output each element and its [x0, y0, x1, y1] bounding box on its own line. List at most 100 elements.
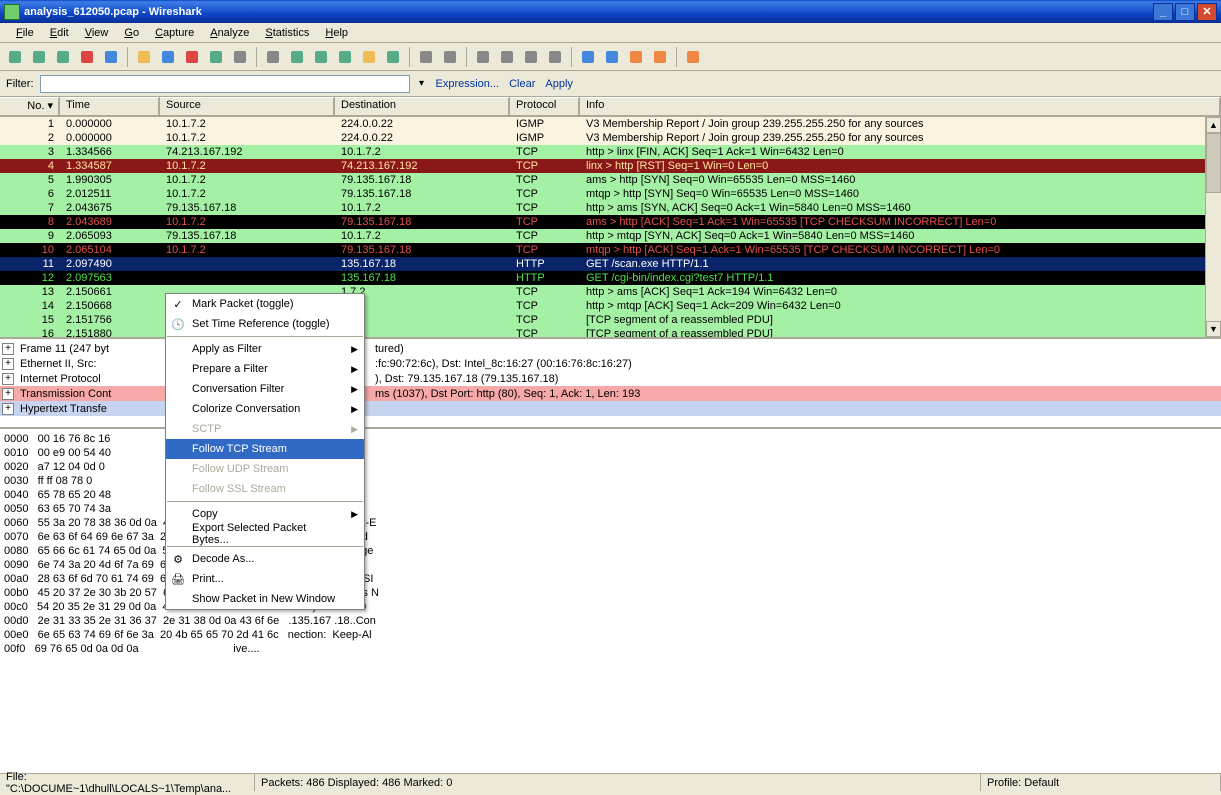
cell-time: 2.043675 — [60, 201, 160, 215]
toolbar-list-icon[interactable] — [4, 46, 26, 68]
toolbar-zoom-100-icon[interactable] — [520, 46, 542, 68]
context-set-time-reference-toggle[interactable]: 🕓Set Time Reference (toggle) — [166, 314, 364, 334]
context-follow-tcp-stream[interactable]: Follow TCP Stream — [166, 439, 364, 459]
packet-row[interactable]: 122.097563135.167.18HTTPGET /cgi-bin/ind… — [0, 271, 1221, 285]
packet-list-scrollbar[interactable]: ▲ ▼ — [1205, 117, 1221, 337]
toolbar-print-icon[interactable] — [229, 46, 251, 68]
context-decode-as[interactable]: ⚙Decode As... — [166, 549, 364, 569]
hex-line: 00e0 6e 65 63 74 69 6f 6e 3a 20 4b 65 65… — [4, 629, 1217, 643]
context-colorize-conversation[interactable]: Colorize Conversation▶ — [166, 399, 364, 419]
toolbar-display-filters-icon[interactable] — [601, 46, 623, 68]
filter-input[interactable] — [40, 75, 410, 93]
menu-capture[interactable]: Capture — [147, 25, 202, 41]
col-header-destination[interactable]: Destination — [335, 97, 510, 116]
packet-row[interactable]: 102.06510410.1.7.279.135.167.18TCPmtqp >… — [0, 243, 1221, 257]
menu-analyze[interactable]: Analyze — [202, 25, 257, 41]
scroll-up-icon[interactable]: ▲ — [1206, 117, 1221, 133]
context-copy[interactable]: Copy▶ — [166, 504, 364, 524]
packet-row[interactable]: 82.04368910.1.7.279.135.167.18TCPams > h… — [0, 215, 1221, 229]
context-conversation-filter[interactable]: Conversation Filter▶ — [166, 379, 364, 399]
toolbar-zoom-in-icon[interactable] — [472, 46, 494, 68]
packet-row[interactable]: 92.06509379.135.167.1810.1.7.2TCPhttp > … — [0, 229, 1221, 243]
toolbar-colorize-icon[interactable] — [415, 46, 437, 68]
toolbar-capture-filters-icon[interactable] — [577, 46, 599, 68]
scroll-down-icon[interactable]: ▼ — [1206, 321, 1221, 337]
detail-text-left: Frame 11 (247 byt — [20, 343, 175, 355]
packet-row[interactable]: 10.00000010.1.7.2224.0.0.22IGMPV3 Member… — [0, 117, 1221, 131]
menu-bar: FileEditViewGoCaptureAnalyzeStatisticsHe… — [0, 23, 1221, 43]
packet-list-header: No. ▾ Time Source Destination Protocol I… — [0, 97, 1221, 117]
toolbar-go-last-icon[interactable] — [382, 46, 404, 68]
apply-button[interactable]: Apply — [543, 78, 575, 90]
packet-row[interactable]: 41.33458710.1.7.274.213.167.192TCPlinx >… — [0, 159, 1221, 173]
expand-icon[interactable]: + — [2, 403, 14, 415]
cell-time: 1.990305 — [60, 173, 160, 187]
submenu-arrow-icon: ▶ — [351, 424, 358, 435]
toolbar-capture-icon[interactable] — [28, 46, 50, 68]
context-mark-packet-toggle[interactable]: ✓Mark Packet (toggle) — [166, 294, 364, 314]
context-item-label: Conversation Filter — [192, 383, 284, 395]
packet-row[interactable]: 51.99030510.1.7.279.135.167.18TCPams > h… — [0, 173, 1221, 187]
maximize-button[interactable]: □ — [1175, 3, 1195, 21]
toolbar-close-icon[interactable] — [181, 46, 203, 68]
packet-row[interactable]: 62.01251110.1.7.279.135.167.18TCPmtqp > … — [0, 187, 1221, 201]
context-apply-as-filter[interactable]: Apply as Filter▶ — [166, 339, 364, 359]
menu-file[interactable]: File — [8, 25, 42, 41]
packet-row[interactable]: 112.097490135.167.18HTTPGET /scan.exe HT… — [0, 257, 1221, 271]
context-show-packet-in-new-window[interactable]: Show Packet in New Window — [166, 589, 364, 609]
context-print[interactable]: 🖨Print... — [166, 569, 364, 589]
toolbar-coloring-rules-icon[interactable] — [625, 46, 647, 68]
toolbar-reload-icon[interactable] — [205, 46, 227, 68]
toolbar-help-icon[interactable] — [682, 46, 704, 68]
context-item-label: Print... — [192, 573, 224, 585]
expand-icon[interactable]: + — [2, 373, 14, 385]
menu-help[interactable]: Help — [317, 25, 356, 41]
context-item-label: Follow SSL Stream — [192, 483, 286, 495]
toolbar-capture-options-icon[interactable] — [52, 46, 74, 68]
col-header-time[interactable]: Time — [60, 97, 160, 116]
packet-row[interactable]: 31.33456674.213.167.19210.1.7.2TCPhttp >… — [0, 145, 1221, 159]
cell-protocol: HTTP — [510, 271, 580, 285]
packet-row[interactable]: 72.04367579.135.167.1810.1.7.2TCPhttp > … — [0, 201, 1221, 215]
menu-view[interactable]: View — [77, 25, 117, 41]
expression-button[interactable]: Expression... — [434, 78, 502, 90]
cell-no: 7 — [0, 201, 60, 215]
packet-row[interactable]: 20.00000010.1.7.2224.0.0.22IGMPV3 Member… — [0, 131, 1221, 145]
menu-statistics[interactable]: Statistics — [257, 25, 317, 41]
toolbar-go-first-icon[interactable] — [358, 46, 380, 68]
cell-no: 5 — [0, 173, 60, 187]
menu-edit[interactable]: Edit — [42, 25, 77, 41]
cell-info: http > mtqp [SYN, ACK] Seq=0 Ack=1 Win=5… — [580, 229, 1221, 243]
expand-icon[interactable]: + — [2, 343, 14, 355]
toolbar-jump-icon[interactable] — [334, 46, 356, 68]
toolbar-back-icon[interactable] — [286, 46, 308, 68]
context-export-selected-packet-bytes[interactable]: Export Selected Packet Bytes... — [166, 524, 364, 544]
toolbar-prefs-icon[interactable] — [649, 46, 671, 68]
toolbar-zoom-out-icon[interactable] — [496, 46, 518, 68]
context-separator — [167, 336, 363, 337]
col-header-protocol[interactable]: Protocol — [510, 97, 580, 116]
clear-button[interactable]: Clear — [507, 78, 537, 90]
toolbar-find-icon[interactable] — [262, 46, 284, 68]
minimize-button[interactable]: _ — [1153, 3, 1173, 21]
cell-info: mtqp > http [ACK] Seq=1 Ack=1 Win=65535 … — [580, 243, 1221, 257]
menu-go[interactable]: Go — [116, 25, 147, 41]
scroll-thumb[interactable] — [1206, 133, 1221, 193]
filter-dropdown[interactable]: ▾ — [416, 78, 428, 89]
toolbar-stop-icon[interactable] — [76, 46, 98, 68]
toolbar-resize-cols-icon[interactable] — [544, 46, 566, 68]
toolbar-open-icon[interactable] — [133, 46, 155, 68]
col-header-no[interactable]: No. ▾ — [0, 97, 60, 116]
col-header-source[interactable]: Source — [160, 97, 335, 116]
toolbar-restart-icon[interactable] — [100, 46, 122, 68]
expand-icon[interactable]: + — [2, 388, 14, 400]
expand-icon[interactable]: + — [2, 358, 14, 370]
toolbar-save-icon[interactable] — [157, 46, 179, 68]
context-item-icon: 🕓 — [170, 316, 186, 332]
cell-time: 2.065093 — [60, 229, 160, 243]
col-header-info[interactable]: Info — [580, 97, 1221, 116]
toolbar-forward-icon[interactable] — [310, 46, 332, 68]
close-button[interactable]: ✕ — [1197, 3, 1217, 21]
toolbar-auto-scroll-icon[interactable] — [439, 46, 461, 68]
context-prepare-a-filter[interactable]: Prepare a Filter▶ — [166, 359, 364, 379]
